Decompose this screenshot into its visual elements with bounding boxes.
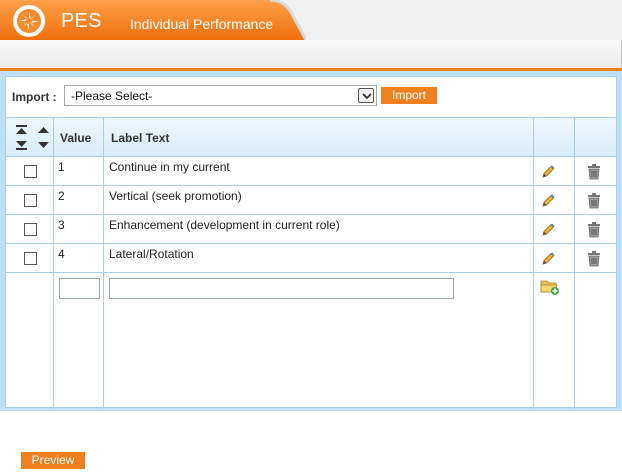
main-panel: Import : -Please Select- Import Value La… [0, 71, 622, 411]
row-label: Enhancement (development in current role… [109, 218, 340, 232]
new-label-input[interactable] [109, 278, 454, 299]
row-label: Continue in my current [109, 160, 230, 174]
table-row: 2 Vertical (seek promotion) [6, 186, 616, 215]
pencil-icon[interactable] [540, 193, 556, 209]
pencil-icon[interactable] [540, 164, 556, 180]
app-header: PES Individual Performance [0, 0, 622, 71]
column-divider [53, 118, 54, 409]
move-bottom-icon[interactable] [16, 141, 27, 150]
title-tab: PES Individual Performance [0, 0, 306, 40]
row-checkbox[interactable] [24, 223, 37, 236]
import-row: Import : -Please Select- Import [6, 77, 616, 117]
column-divider [103, 118, 104, 409]
header-toolbar-strip [0, 40, 622, 68]
label-grid: Value Label Text 1 Continue in my curren… [6, 117, 616, 409]
move-down-icon[interactable] [38, 142, 49, 148]
row-value: 3 [58, 218, 65, 232]
import-select[interactable]: -Please Select- [64, 85, 377, 106]
column-divider [533, 118, 534, 409]
row-value: 4 [58, 247, 65, 261]
row-checkbox[interactable] [24, 165, 37, 178]
trash-icon[interactable] [587, 221, 601, 238]
pencil-icon[interactable] [540, 222, 556, 238]
move-up-icon[interactable] [38, 127, 49, 133]
app-title: PES [61, 10, 102, 32]
row-value: 2 [58, 189, 65, 203]
column-header-value[interactable]: Value [60, 131, 91, 145]
column-header-label[interactable]: Label Text [111, 131, 169, 145]
move-top-icon[interactable] [16, 125, 27, 134]
trash-icon[interactable] [587, 163, 601, 180]
page-title: Individual Performance [130, 16, 274, 32]
pencil-icon[interactable] [540, 251, 556, 267]
row-checkbox[interactable] [24, 194, 37, 207]
panel-content: Import : -Please Select- Import Value La… [5, 76, 617, 409]
table-row: 4 Lateral/Rotation [6, 244, 616, 273]
row-label: Vertical (seek promotion) [109, 189, 242, 203]
import-label: Import : [12, 90, 57, 104]
new-entry-row [6, 275, 616, 305]
row-checkbox[interactable] [24, 252, 37, 265]
row-label: Lateral/Rotation [109, 247, 194, 261]
chevron-down-icon[interactable] [358, 88, 374, 103]
table-row: 1 Continue in my current [6, 157, 616, 186]
sort-controls [14, 124, 54, 152]
trash-icon[interactable] [587, 192, 601, 209]
import-button[interactable]: Import [381, 87, 437, 104]
table-row: 3 Enhancement (development in current ro… [6, 215, 616, 244]
import-select-value: -Please Select- [71, 89, 153, 103]
column-divider [574, 118, 575, 409]
preview-button[interactable]: Preview [21, 452, 85, 469]
add-folder-icon[interactable] [540, 278, 560, 296]
trash-icon[interactable] [587, 250, 601, 267]
pes-logo-icon [12, 4, 46, 38]
row-value: 1 [58, 160, 65, 174]
new-value-input[interactable] [59, 278, 100, 299]
grid-header: Value Label Text [6, 118, 616, 157]
